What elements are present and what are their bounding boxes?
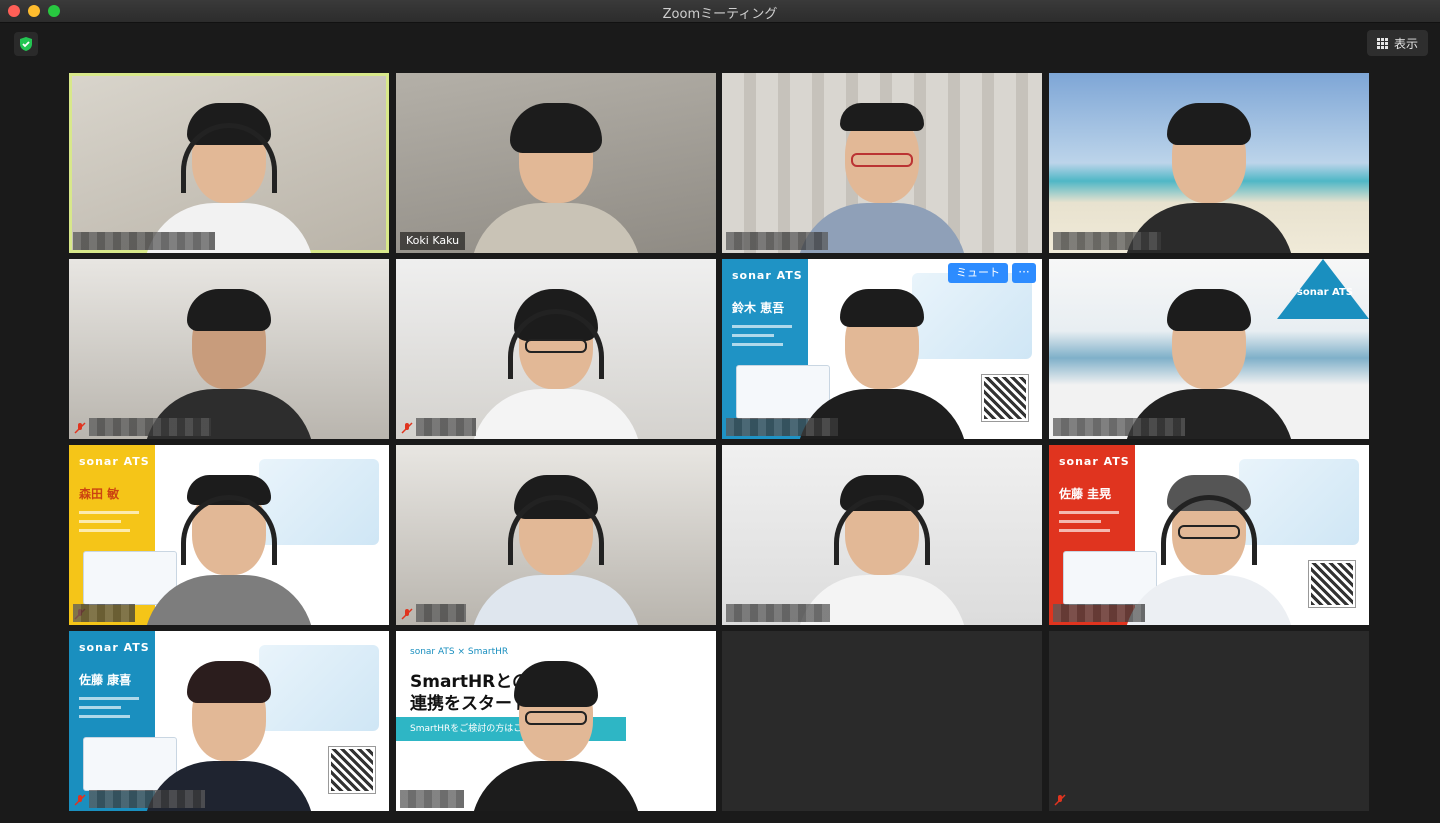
slide-details <box>79 511 139 538</box>
video-tile-3[interactable] <box>722 73 1042 253</box>
participant-name <box>73 604 135 622</box>
video-tile-6[interactable] <box>396 259 716 439</box>
participant-video <box>144 269 314 439</box>
slide-details <box>732 325 792 352</box>
muted-mic-icon <box>73 421 87 435</box>
video-tile-14[interactable]: sonar ATS × SmartHR SmartHRとの 連携をスタート Sma… <box>396 631 716 811</box>
slide-name: 森田 敏 <box>79 487 120 501</box>
slide-brand: sonar ATS <box>1059 455 1130 468</box>
slide-details <box>79 697 139 724</box>
more-options-button[interactable]: ··· <box>1012 263 1036 283</box>
video-tile-4[interactable] <box>1049 73 1369 253</box>
muted-mic-icon <box>1053 793 1067 807</box>
participant-name <box>89 790 205 808</box>
video-tile-10[interactable] <box>396 445 716 625</box>
window-titlebar: Zoomミーティング <box>0 0 1440 23</box>
participant-name <box>726 418 838 436</box>
video-tile-7[interactable]: sonar ATS 鈴木 恵吾 ミュート ··· <box>722 259 1042 439</box>
participant-name <box>1053 232 1161 250</box>
participant-video <box>144 641 314 811</box>
participant-video <box>144 455 314 625</box>
participant-video <box>1124 455 1294 625</box>
video-tile-12[interactable]: sonar ATS 佐藤 圭晃 <box>1049 445 1369 625</box>
participant-name <box>73 232 215 250</box>
video-tile-1[interactable] <box>69 73 389 253</box>
view-button[interactable]: 表示 <box>1366 30 1428 56</box>
window-title: Zoomミーティング <box>662 7 778 22</box>
slide-name: 鈴木 恵吾 <box>732 301 785 315</box>
grid-view-icon <box>1376 37 1388 49</box>
video-tile-11[interactable] <box>722 445 1042 625</box>
participant-video <box>1124 269 1294 439</box>
slide-name: 佐藤 康喜 <box>79 673 132 687</box>
slide-brand: sonar ATS <box>1296 287 1353 298</box>
slide-details <box>1059 511 1119 538</box>
participant-name <box>416 604 466 622</box>
participant-video <box>471 455 641 625</box>
video-tile-2[interactable]: Koki Kaku <box>396 73 716 253</box>
participant-video <box>797 269 967 439</box>
video-tile-13[interactable]: sonar ATS 佐藤 康喜 <box>69 631 389 811</box>
video-tile-8[interactable]: sonar ATS <box>1049 259 1369 439</box>
qr-code <box>1308 560 1356 608</box>
participant-video <box>144 83 314 253</box>
qr-code <box>981 374 1029 422</box>
muted-mic-icon <box>400 421 414 435</box>
video-tile-9[interactable]: sonar ATS 森田 敏 <box>69 445 389 625</box>
video-tile-16 <box>1049 631 1369 811</box>
slide-brand: sonar ATS <box>732 269 803 282</box>
participant-video <box>797 455 967 625</box>
participant-name <box>1053 418 1185 436</box>
participant-name <box>726 604 830 622</box>
video-tile-15 <box>722 631 1042 811</box>
video-tile-5[interactable] <box>69 259 389 439</box>
participant-name: Koki Kaku <box>400 232 466 250</box>
participant-video <box>797 83 967 253</box>
participant-name <box>1053 604 1145 622</box>
qr-code <box>328 746 376 794</box>
mute-button[interactable]: ミュート <box>948 263 1008 283</box>
participant-video <box>471 641 641 811</box>
muted-mic-icon <box>73 793 87 807</box>
participant-name <box>400 790 464 808</box>
slide-brand: sonar ATS <box>79 455 150 468</box>
view-button-label: 表示 <box>1393 36 1418 51</box>
participant-name <box>726 232 828 250</box>
slide-brand: sonar ATS <box>79 641 150 654</box>
muted-mic-icon <box>400 607 414 621</box>
participant-video <box>1124 83 1294 253</box>
security-shield-icon[interactable] <box>14 32 38 56</box>
participant-name <box>89 418 211 436</box>
participant-video <box>471 269 641 439</box>
slide-name: 佐藤 圭晃 <box>1059 487 1112 501</box>
participant-name <box>416 418 476 436</box>
participant-video <box>471 83 641 253</box>
